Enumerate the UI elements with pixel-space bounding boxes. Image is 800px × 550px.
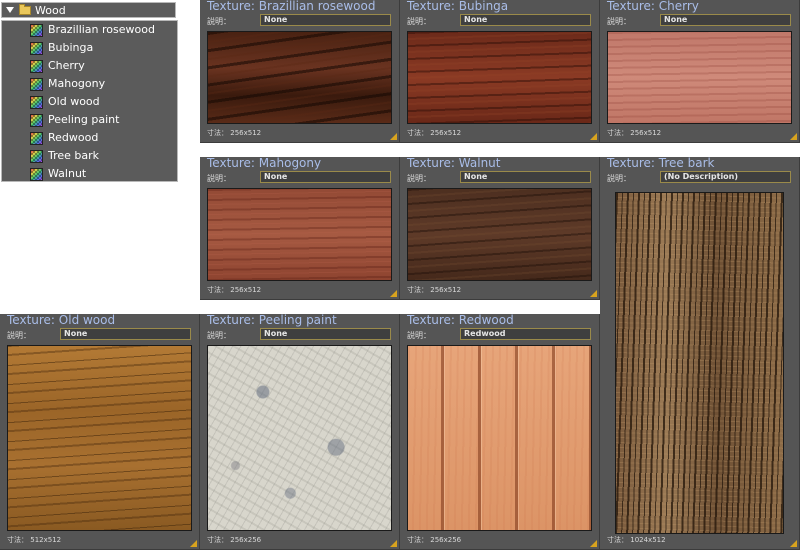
size-readout: 寸法： 256x256	[407, 536, 462, 544]
list-item-label: Redwood	[48, 131, 99, 144]
texture-icon	[30, 168, 43, 181]
texture-preview	[7, 345, 192, 531]
resize-grip-icon[interactable]	[390, 133, 397, 140]
description-field[interactable]: None	[260, 328, 391, 340]
texture-preview	[207, 31, 392, 124]
list-item-label: Brazillian rosewood	[48, 23, 155, 36]
resize-grip-icon[interactable]	[590, 290, 597, 297]
expand-triangle-icon[interactable]	[6, 7, 14, 13]
description-field[interactable]: (No Description)	[660, 171, 791, 183]
texture-panel-peeling-paint: Texture: Peeling paint 説明： None 寸法： 256x…	[200, 313, 400, 550]
description-label: 説明：	[407, 17, 431, 26]
panel-title: Texture: Peeling paint	[207, 313, 337, 327]
inventory-tree: Wood Brazillian rosewood Bubinga Cherry …	[0, 0, 180, 184]
list-item[interactable]: Cherry	[28, 57, 178, 75]
description-label: 説明：	[407, 331, 431, 340]
size-readout: 寸法： 256x512	[407, 129, 462, 137]
size-readout: 寸法： 256x512	[607, 129, 662, 137]
resize-grip-icon[interactable]	[190, 540, 197, 547]
texture-preview	[615, 192, 784, 534]
list-item-label: Mahogony	[48, 77, 106, 90]
list-item-label: Walnut	[48, 167, 87, 180]
texture-panel-old-wood: Texture: Old wood 説明： None 寸法： 512x512	[0, 313, 200, 550]
texture-icon	[30, 42, 43, 55]
texture-preview	[407, 31, 592, 124]
list-item[interactable]: Tree bark	[28, 147, 178, 165]
texture-preview	[207, 188, 392, 281]
texture-preview	[207, 345, 392, 531]
folder-icon	[19, 4, 31, 15]
description-label: 説明：	[607, 17, 631, 26]
panel-title: Texture: Bubinga	[407, 0, 509, 13]
resize-grip-icon[interactable]	[790, 133, 797, 140]
texture-preview	[407, 188, 592, 281]
texture-icon	[30, 96, 43, 109]
description-field[interactable]: None	[60, 328, 191, 340]
folder-row-wood[interactable]: Wood	[1, 2, 176, 18]
texture-panel-mahogony: Texture: Mahogony 説明： None 寸法： 256x512	[200, 156, 400, 300]
description-field[interactable]: None	[260, 14, 391, 26]
resize-grip-icon[interactable]	[790, 540, 797, 547]
texture-preview	[607, 31, 792, 124]
resize-grip-icon[interactable]	[590, 133, 597, 140]
texture-panel-brazillian-rosewood: Texture: Brazillian rosewood 説明： None 寸法…	[200, 0, 400, 143]
texture-icon	[30, 114, 43, 127]
resize-grip-icon[interactable]	[390, 540, 397, 547]
description-label: 説明：	[207, 17, 231, 26]
list-item-label: Tree bark	[48, 149, 100, 162]
resize-grip-icon[interactable]	[390, 290, 397, 297]
description-field[interactable]: Redwood	[460, 328, 591, 340]
description-label: 説明：	[407, 174, 431, 183]
description-field[interactable]: None	[660, 14, 791, 26]
list-item-label: Bubinga	[48, 41, 94, 54]
description-label: 説明：	[607, 174, 631, 183]
texture-icon	[30, 132, 43, 145]
description-field[interactable]: None	[460, 14, 591, 26]
list-item[interactable]: Bubinga	[28, 39, 178, 57]
size-readout: 寸法： 256x512	[407, 286, 462, 294]
panel-title: Texture: Tree bark	[607, 156, 715, 170]
folder-label: Wood	[35, 4, 66, 17]
panel-title: Texture: Redwood	[407, 313, 514, 327]
list-item-label: Cherry	[48, 59, 85, 72]
texture-icon	[30, 24, 43, 37]
texture-icon	[30, 150, 43, 163]
texture-preview	[407, 345, 592, 531]
list-item[interactable]: Mahogony	[28, 75, 178, 93]
list-item[interactable]: Old wood	[28, 93, 178, 111]
description-label: 説明：	[7, 331, 31, 340]
list-item[interactable]: Walnut	[28, 165, 178, 183]
texture-list: Brazillian rosewood Bubinga Cherry Mahog…	[1, 20, 178, 182]
list-item-label: Peeling paint	[48, 113, 120, 126]
texture-panel-cherry: Texture: Cherry 説明： None 寸法： 256x512	[600, 0, 800, 143]
description-label: 説明：	[207, 331, 231, 340]
panel-title: Texture: Brazillian rosewood	[207, 0, 376, 13]
list-item[interactable]: Redwood	[28, 129, 178, 147]
texture-icon	[30, 60, 43, 73]
resize-grip-icon[interactable]	[590, 540, 597, 547]
texture-panel-walnut: Texture: Walnut 説明： None 寸法： 256x512	[400, 156, 600, 300]
panel-title: Texture: Old wood	[7, 313, 116, 327]
list-item-label: Old wood	[48, 95, 100, 108]
size-readout: 寸法： 512x512	[7, 536, 62, 544]
texture-panel-bubinga: Texture: Bubinga 説明： None 寸法： 256x512	[400, 0, 600, 143]
panel-title: Texture: Cherry	[607, 0, 699, 13]
size-readout: 寸法： 256x512	[207, 129, 262, 137]
size-readout: 寸法： 256x512	[207, 286, 262, 294]
panel-title: Texture: Mahogony	[207, 156, 322, 170]
description-field[interactable]: None	[260, 171, 391, 183]
panel-title: Texture: Walnut	[407, 156, 501, 170]
list-item[interactable]: Peeling paint	[28, 111, 178, 129]
texture-panel-tree-bark: Texture: Tree bark 説明： (No Description) …	[600, 156, 800, 550]
size-readout: 寸法： 1024x512	[607, 536, 666, 544]
description-label: 説明：	[207, 174, 231, 183]
texture-icon	[30, 78, 43, 91]
texture-panel-redwood: Texture: Redwood 説明： Redwood 寸法： 256x256	[400, 313, 600, 550]
description-field[interactable]: None	[460, 171, 591, 183]
list-item[interactable]: Brazillian rosewood	[28, 21, 178, 39]
size-readout: 寸法： 256x256	[207, 536, 262, 544]
